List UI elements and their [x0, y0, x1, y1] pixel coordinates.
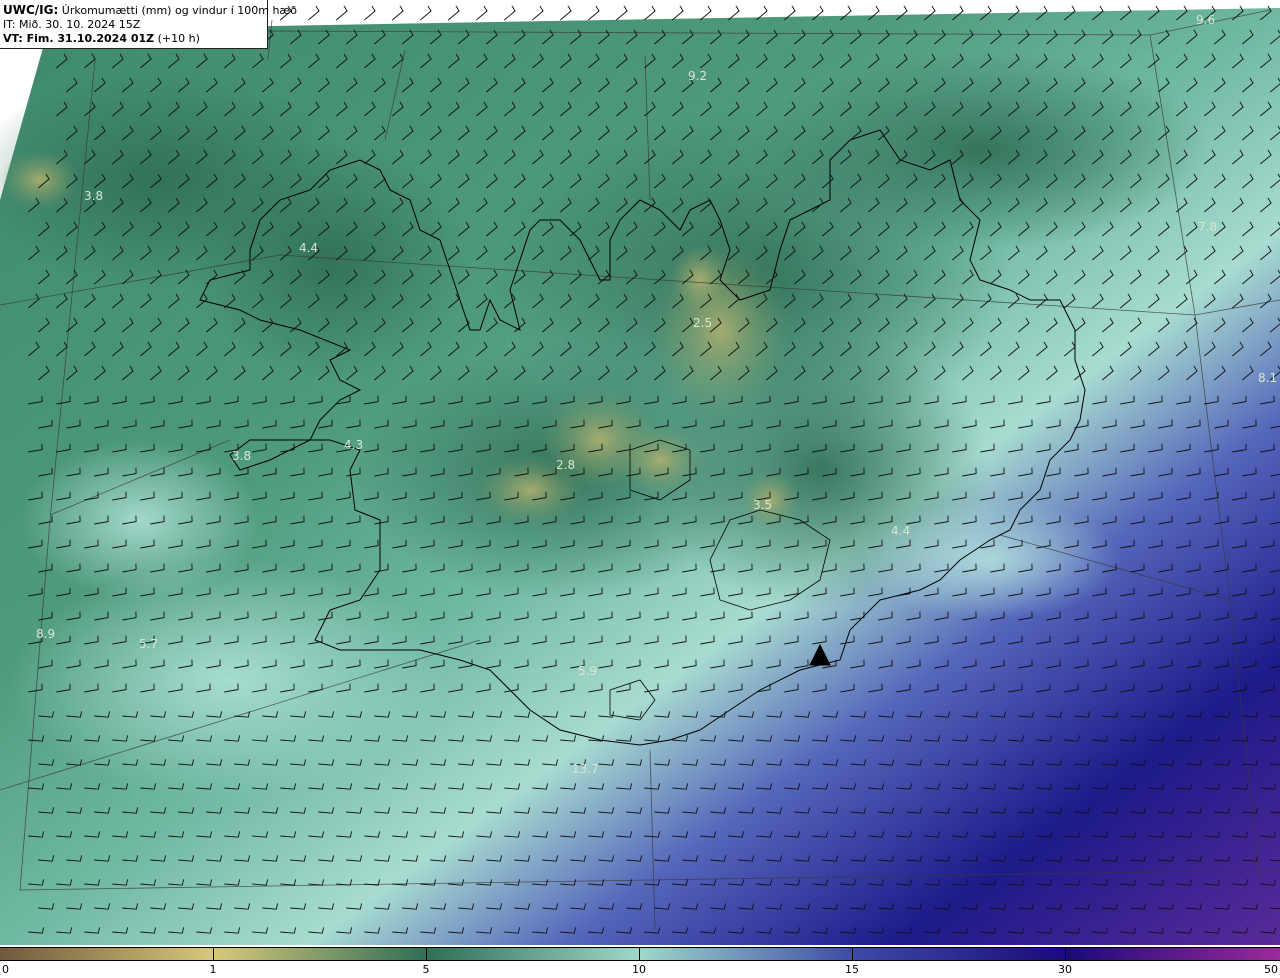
colorbar-tick	[426, 947, 427, 961]
value-label: 9.2	[688, 69, 707, 83]
title-row: UWC/IG: Úrkomumætti (mm) og vindur í 100…	[3, 3, 297, 18]
colorbar: 0 1 5 10 15 30 50	[0, 947, 1280, 978]
colorbar-tick-label: 10	[632, 963, 646, 976]
value-label: 8.1	[1258, 371, 1277, 385]
colorbar-tick-label: 50	[1264, 963, 1278, 976]
valid-time: VT: Fim. 31.10.2024 01Z	[3, 32, 155, 45]
value-label: 4.4	[299, 241, 318, 255]
colorbar-tick-label: 15	[845, 963, 859, 976]
value-label: 5.9	[578, 664, 597, 678]
colorbar-tick	[852, 947, 853, 961]
value-label: 7.8	[1198, 220, 1217, 234]
value-label: 3.8	[84, 189, 103, 203]
value-label: 5.7	[139, 637, 158, 651]
colorbar-tick-label: 30	[1058, 963, 1072, 976]
colorbar-tick	[213, 947, 214, 961]
value-label: 13.7	[572, 762, 599, 776]
value-label: 3.5	[753, 498, 772, 512]
lead-time: (+10 h)	[154, 32, 200, 45]
map-canvas: 9.6 9.2 3.8 4.4 7.8 2.5 8.1 4.3 3.8 2.8 …	[0, 0, 1280, 945]
value-label: 8.9	[36, 627, 55, 641]
colorbar-tick-label: 0	[2, 963, 9, 976]
value-label: 2.5	[693, 316, 712, 330]
value-label: 9.6	[1196, 13, 1215, 27]
colorbar-tick-label: 5	[422, 963, 430, 976]
value-label: 4.4	[891, 524, 910, 538]
valid-time-row: VT: Fim. 31.10.2024 01Z (+10 h)	[3, 32, 267, 46]
model-name: UWC/IG:	[3, 3, 59, 17]
map-title: Úrkomumætti (mm) og vindur í 100m hæð	[58, 4, 297, 17]
weather-map[interactable]: 9.6 9.2 3.8 4.4 7.8 2.5 8.1 4.3 3.8 2.8 …	[0, 0, 1280, 945]
colorbar-strip	[0, 947, 1280, 961]
header-info-box: UWC/IG: Úrkomumætti (mm) og vindur í 100…	[0, 0, 297, 49]
colorbar-tick-label: 1	[209, 963, 217, 976]
issue-time: IT: Mið. 30. 10. 2024 15Z	[3, 18, 141, 31]
value-label: 4.3	[344, 438, 363, 452]
value-label: 2.8	[556, 458, 575, 472]
colorbar-tick	[639, 947, 640, 961]
colorbar-tick	[1065, 947, 1066, 961]
value-label: 3.8	[232, 449, 251, 463]
